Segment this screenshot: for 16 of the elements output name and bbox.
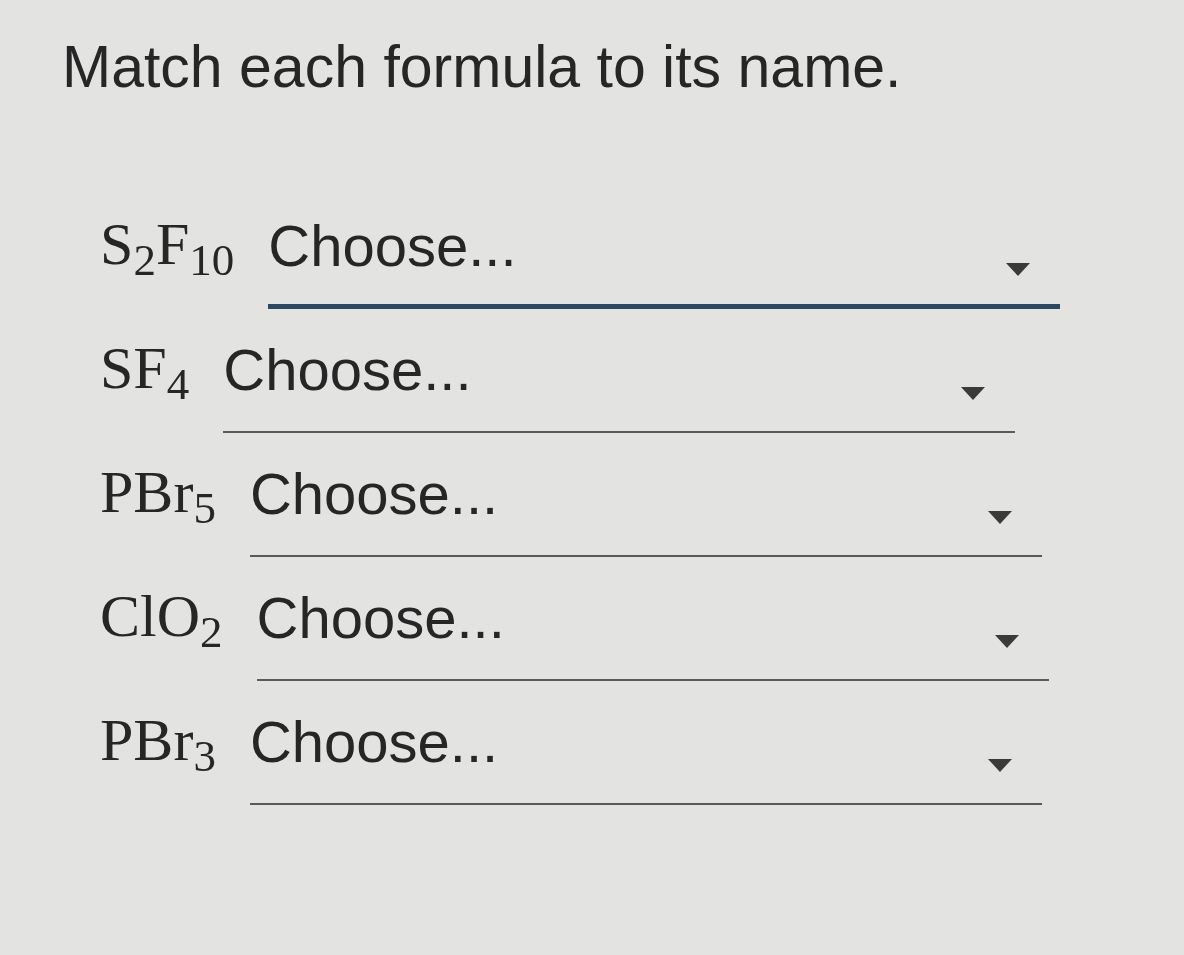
- caret-icon: [987, 510, 1012, 524]
- caret-icon: [1006, 262, 1031, 276]
- dropdown[interactable]: Choose...: [268, 210, 1061, 309]
- formula-label: SF$_{4}$: [100, 334, 190, 401]
- formula-label: S$_{2}$F$_{10}$: [100, 210, 235, 277]
- formula-label: ClO$_{2}$: [100, 582, 223, 649]
- caret-icon: [987, 758, 1012, 772]
- dropdown[interactable]: Choose...: [249, 458, 1042, 557]
- dropdown[interactable]: Choose...: [249, 706, 1042, 805]
- formula-label: PBr$_{5}$: [100, 458, 216, 525]
- question-text: Match each formula to its name.: [62, 33, 902, 102]
- dropdown[interactable]: Choose...: [256, 582, 1049, 681]
- caret-icon: [994, 634, 1019, 648]
- formula-label: PBr$_{3}$: [100, 706, 216, 773]
- caret-icon: [961, 386, 986, 400]
- dropdown[interactable]: Choose...: [223, 334, 1016, 433]
